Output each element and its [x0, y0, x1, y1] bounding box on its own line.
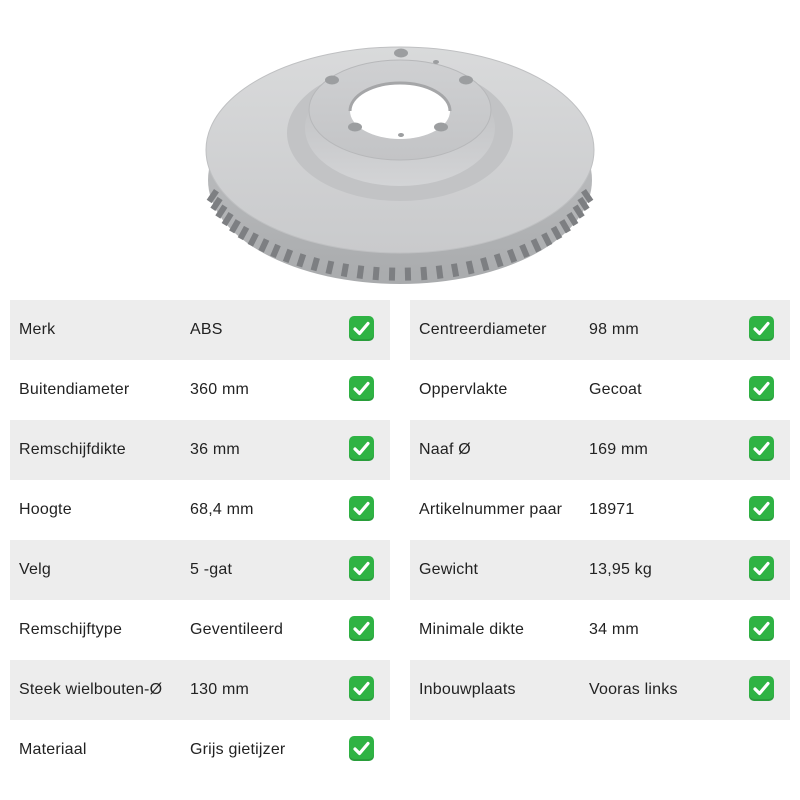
green-check-mark-icon [749, 436, 774, 461]
spec-row-velg: Velg 5 -gat [10, 540, 390, 600]
product-image [0, 0, 800, 295]
spec-value: 130 mm [190, 681, 249, 698]
green-check-mark-icon [749, 616, 774, 641]
spec-row-inbouwplaats: Inbouwplaats Vooras links [410, 660, 790, 720]
spec-value: 18971 [589, 501, 635, 518]
spec-row-materiaal: Materiaal Grijs gietijzer [10, 720, 390, 780]
green-check-mark-icon [749, 496, 774, 521]
spec-row-minimale-dikte: Minimale dikte 34 mm [410, 600, 790, 660]
spec-row-merk: Merk ABS [10, 300, 390, 360]
spec-label: Buitendiameter [19, 381, 130, 398]
spec-label: Merk [19, 321, 56, 338]
green-check-mark-icon [349, 436, 374, 461]
spec-label: Inbouwplaats [419, 681, 516, 698]
spec-value: 68,4 mm [190, 501, 254, 518]
spec-value: ABS [190, 321, 223, 338]
spec-row-oppervlakte: Oppervlakte Gecoat [410, 360, 790, 420]
spec-label: Oppervlakte [419, 381, 508, 398]
spec-label: Centreerdiameter [419, 321, 547, 338]
spec-label: Velg [19, 561, 51, 578]
spec-table-right: Centreerdiameter 98 mm Oppervlakte Gecoa… [410, 300, 790, 720]
spec-table-left: Merk ABS Buitendiameter 360 mm Remschijf… [10, 300, 390, 780]
spec-value: 98 mm [589, 321, 639, 338]
spec-value: Geventileerd [190, 621, 284, 638]
spec-value: 5 -gat [190, 561, 233, 578]
spec-label: Gewicht [419, 561, 479, 578]
green-check-mark-icon [349, 736, 374, 761]
green-check-mark-icon [349, 376, 374, 401]
spec-row-centreerdiameter: Centreerdiameter 98 mm [410, 300, 790, 360]
green-check-mark-icon [349, 496, 374, 521]
spec-label: Minimale dikte [419, 621, 525, 638]
spec-row-hoogte: Hoogte 68,4 mm [10, 480, 390, 540]
green-check-mark-icon [749, 676, 774, 701]
spec-row-artikelnummer-paar: Artikelnummer paar 18971 [410, 480, 790, 540]
spec-label: Materiaal [19, 741, 87, 758]
spec-label: Artikelnummer paar [419, 501, 563, 518]
spec-value: 169 mm [589, 441, 648, 458]
green-check-mark-icon [749, 556, 774, 581]
spec-row-gewicht: Gewicht 13,95 kg [410, 540, 790, 600]
spec-label: Steek wielbouten-Ø [19, 681, 163, 698]
green-check-mark-icon [749, 376, 774, 401]
spec-row-buitendiameter: Buitendiameter 360 mm [10, 360, 390, 420]
spec-value: 360 mm [190, 381, 249, 398]
green-check-mark-icon [749, 316, 774, 341]
spec-value: 34 mm [589, 621, 639, 638]
spec-row-naaf: Naaf Ø 169 mm [410, 420, 790, 480]
spec-value: Grijs gietijzer [190, 741, 286, 758]
spec-row-remschijfdikte: Remschijfdikte 36 mm [10, 420, 390, 480]
vent-slot [372, 266, 380, 281]
spec-label: Remschijfdikte [19, 441, 126, 458]
green-check-mark-icon [349, 616, 374, 641]
spec-value: Vooras links [589, 681, 678, 698]
spec-label: Hoogte [19, 501, 72, 518]
spec-row-remschijftype: Remschijftype Geventileerd [10, 600, 390, 660]
vent-slot [404, 267, 412, 281]
green-check-mark-icon [349, 676, 374, 701]
green-check-mark-icon [349, 556, 374, 581]
spec-value: 36 mm [190, 441, 240, 458]
vent-slot [388, 267, 396, 281]
spec-row-steek-wielbouten: Steek wielbouten-Ø 130 mm [10, 660, 390, 720]
spec-value: Gecoat [589, 381, 642, 398]
brake-disc-illustration [205, 46, 595, 284]
spec-label: Remschijftype [19, 621, 123, 638]
vent-slot [420, 266, 428, 281]
green-check-mark-icon [349, 316, 374, 341]
spec-value: 13,95 kg [589, 561, 652, 578]
spec-label: Naaf Ø [419, 441, 471, 458]
